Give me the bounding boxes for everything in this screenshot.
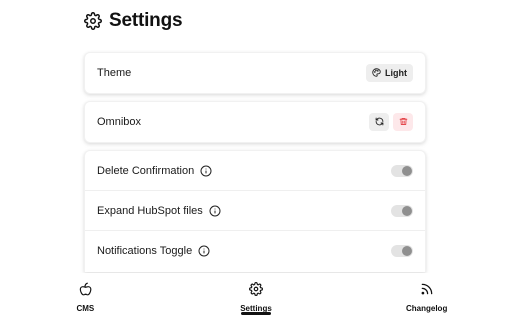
toggle-knob bbox=[402, 246, 412, 256]
nav-item-changelog[interactable]: Changelog bbox=[341, 273, 512, 320]
nav-label-changelog: Changelog bbox=[406, 304, 448, 313]
theme-button-label: Light bbox=[385, 68, 407, 78]
theme-toggle-button[interactable]: Light bbox=[366, 64, 413, 82]
trash-icon bbox=[399, 113, 408, 131]
info-icon[interactable] bbox=[198, 245, 210, 257]
rss-icon bbox=[420, 282, 434, 301]
palette-icon bbox=[372, 67, 381, 79]
theme-label: Theme bbox=[97, 67, 132, 79]
page-title: Settings bbox=[109, 10, 183, 31]
bottom-nav: CMS Settings Changelog bbox=[0, 273, 512, 320]
list-item: Expand HubSpot files bbox=[85, 191, 425, 231]
omnibox-delete-button[interactable] bbox=[393, 113, 413, 131]
toggles-card: Delete Confirmation Expand HubSpot files… bbox=[84, 150, 426, 272]
notifications-toggle-switch[interactable] bbox=[391, 245, 413, 257]
list-item: Notifications Toggle bbox=[85, 231, 425, 271]
list-item: Delete Confirmation bbox=[85, 151, 425, 191]
toggle-knob bbox=[402, 205, 412, 216]
settings-page: Settings Theme Light Omnibox Delete Conf… bbox=[0, 0, 512, 320]
omnibox-card: Omnibox bbox=[84, 101, 426, 143]
info-icon[interactable] bbox=[209, 205, 221, 217]
gear-icon bbox=[84, 12, 102, 30]
delete-confirmation-label: Delete Confirmation bbox=[97, 164, 195, 177]
omnibox-refresh-button[interactable] bbox=[369, 113, 389, 131]
theme-card: Theme Light bbox=[84, 52, 426, 94]
nav-label-cms: CMS bbox=[76, 304, 95, 313]
toggle-knob bbox=[402, 165, 412, 176]
nav-item-settings[interactable]: Settings bbox=[171, 273, 342, 320]
nav-item-cms[interactable]: CMS bbox=[0, 273, 171, 320]
omnibox-label: Omnibox bbox=[97, 116, 142, 128]
delete-confirmation-toggle[interactable] bbox=[391, 164, 413, 177]
page-header: Settings bbox=[84, 9, 183, 33]
info-icon[interactable] bbox=[200, 165, 212, 177]
expand-hubspot-files-toggle[interactable] bbox=[391, 204, 413, 217]
refresh-icon bbox=[375, 113, 384, 131]
expand-hubspot-files-label: Expand HubSpot files bbox=[97, 204, 203, 217]
omnibox-actions bbox=[369, 113, 413, 131]
notifications-toggle-label: Notifications Toggle bbox=[97, 245, 193, 257]
active-tab-indicator bbox=[241, 312, 271, 315]
apple-icon bbox=[78, 282, 92, 301]
gear-icon bbox=[249, 282, 263, 301]
